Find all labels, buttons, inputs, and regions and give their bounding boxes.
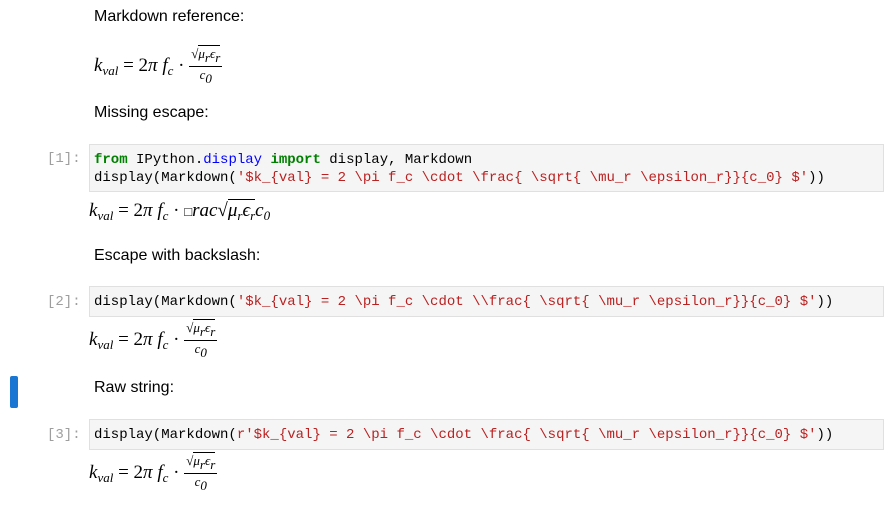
markdown-heading-raw-string: Raw string: [94, 379, 175, 396]
math-pi: π [148, 54, 158, 76]
code-cell-2[interactable]: display(Markdown('$k_{val} = 2 \pi f_c \… [89, 286, 884, 317]
math-subscript: r [210, 324, 216, 339]
code-cell-3[interactable]: display(Markdown(r'$k_{val} = 2 \pi f_c … [89, 419, 884, 450]
cell-prompt: [1]: [47, 151, 81, 167]
math-mu: μ [227, 200, 238, 221]
math-subscript: val [97, 469, 114, 485]
markdown-heading-missing-escape: Missing escape: [94, 104, 209, 121]
code-call: )) [808, 170, 825, 186]
math-subscript: r [210, 457, 216, 472]
module-name: IPython. [136, 152, 204, 168]
math-symbol: c [255, 200, 264, 221]
math-equals: = 2 [118, 200, 144, 221]
code-string: '$k_{val} = 2 \pi f_c \cdot \frac{ \sqrt… [236, 170, 809, 186]
math-subscript: c [162, 469, 169, 485]
math-subscript: c [162, 336, 169, 352]
keyword: import [270, 152, 321, 168]
math-subscript: 0 [263, 208, 271, 223]
math-pi: π [143, 328, 153, 350]
code-cell-1[interactable]: from IPython.display import display, Mar… [89, 144, 884, 192]
code-call: display(Markdown( [94, 427, 237, 443]
math-subscript: val [102, 62, 119, 78]
math-subscript: 0 [205, 71, 212, 86]
math-cdot: · [173, 461, 180, 483]
markdown-heading-reference: Markdown reference: [94, 8, 245, 25]
markdown-heading-escape-backslash: Escape with backslash: [94, 247, 261, 264]
math-epsilon: ϵ [242, 200, 251, 221]
import-names: display, Markdown [329, 152, 473, 168]
code-string: '$k_{val} = 2 \pi f_c \cdot \\frac{ \sqr… [236, 294, 817, 310]
code-string: r'$k_{val} = 2 \pi f_c \cdot \frac{ \sqr… [236, 427, 817, 443]
module-name: display [203, 152, 263, 168]
math-output-reference: kval = 2π fc · √μrϵr c0 [94, 45, 223, 87]
math-subscript: 0 [200, 478, 207, 493]
math-output-escaped: kval = 2π fc · √μrϵr c0 [89, 319, 218, 361]
math-fraction: √μrϵr c0 [184, 452, 218, 494]
code-call: display(Markdown( [94, 170, 237, 186]
cell-prompt: [3]: [47, 427, 81, 443]
math-subscript: r [215, 50, 221, 65]
math-fraction: √μrϵr c0 [189, 45, 223, 87]
math-subscript: 0 [200, 345, 207, 360]
math-equals: = 2 [118, 328, 144, 350]
math-pi: π [143, 200, 153, 221]
math-subscript: c [162, 208, 169, 223]
sqrt-symbol: √ [217, 200, 228, 221]
math-cdot: · [178, 54, 185, 76]
math-subscript: c [167, 62, 174, 78]
math-subscript: val [97, 336, 114, 352]
code-call: )) [816, 294, 834, 310]
math-subscript: val [97, 208, 114, 223]
math-equals: = 2 [118, 461, 144, 483]
math-fraction: √μrϵr c0 [184, 319, 218, 361]
cell-prompt: [2]: [47, 294, 81, 310]
math-output-missing-escape: kval = 2π fc · □rac√μrϵrc0 [89, 199, 271, 224]
math-cdot: · [173, 200, 180, 221]
selected-cell-indicator[interactable] [10, 376, 18, 408]
keyword: from [94, 152, 128, 168]
math-pi: π [143, 461, 153, 483]
code-call: )) [816, 427, 834, 443]
math-text: rac [192, 200, 218, 221]
missing-glyph: □ [184, 204, 193, 219]
code-call: display(Markdown( [94, 294, 237, 310]
math-equals: = 2 [123, 54, 149, 76]
math-cdot: · [173, 328, 180, 350]
math-output-raw-string: kval = 2π fc · √μrϵr c0 [89, 452, 218, 494]
